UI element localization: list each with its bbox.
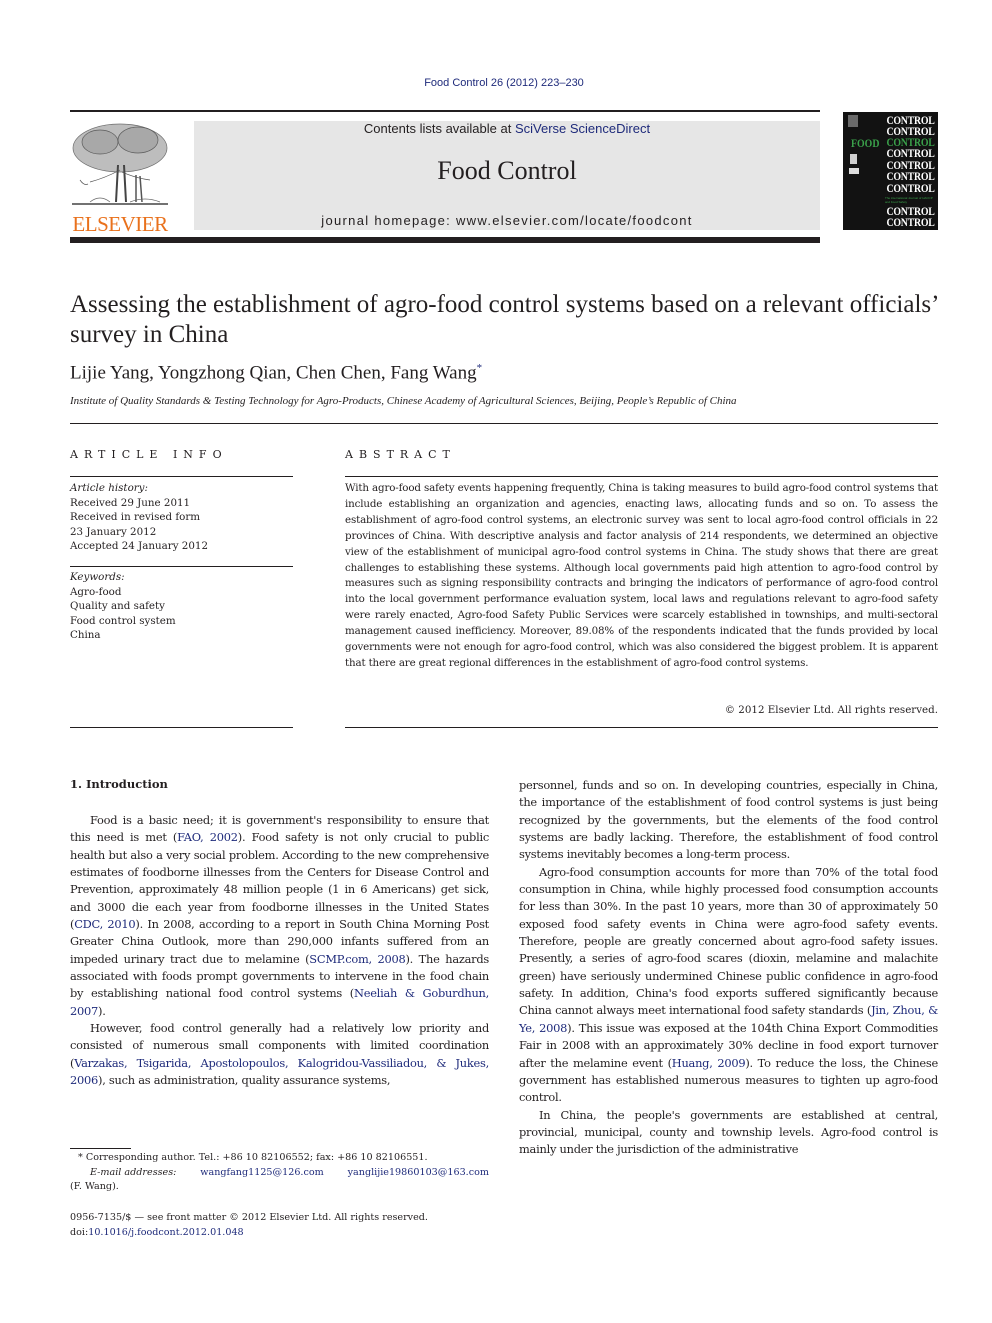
body-column-right: personnel, funds and so on. In developin… <box>519 777 938 1159</box>
divider <box>345 727 938 728</box>
history-item: Received in revised form <box>70 511 201 523</box>
keywords-label: Keywords: <box>70 571 125 583</box>
email-link[interactable]: yanglijie19860103@163.com <box>348 1166 489 1181</box>
keyword-item: Quality and safety <box>70 600 165 612</box>
cover-word: CONTROL <box>886 215 935 229</box>
cover-thumbnail <box>849 168 859 174</box>
paragraph-text: ), such as administration, quality assur… <box>98 1073 391 1088</box>
cover-food-word: FOOD <box>851 136 880 150</box>
divider <box>70 727 293 728</box>
journal-citation-link[interactable]: Food Control 26 (2012) 223–230 <box>0 77 992 89</box>
journal-homepage-link[interactable]: journal homepage: www.elsevier.com/locat… <box>194 213 820 228</box>
contents-available-line: Contents lists available at SciVerse Sci… <box>194 121 820 136</box>
divider <box>345 476 938 477</box>
paragraph-text: ). Food safety is not only crucial to pu… <box>70 830 490 932</box>
history-item: Received 29 June 2011 <box>70 496 191 509</box>
affiliation: Institute of Quality Standards & Testing… <box>70 395 737 407</box>
paragraph: However, food control generally had a re… <box>70 1020 489 1089</box>
keywords: Keywords: Agro-food Quality and safety F… <box>70 570 293 643</box>
citation-link[interactable]: FAO, 2002 <box>177 830 238 844</box>
footnote-name: (F. Wang). <box>70 1181 119 1192</box>
header-rule <box>70 110 820 112</box>
citation-link[interactable]: Huang, 2009 <box>672 1056 746 1070</box>
email-link[interactable]: wangfang1125@126.com <box>200 1166 323 1181</box>
doi-prefix: doi: <box>70 1226 89 1238</box>
article-title: Assessing the establishment of agro-food… <box>70 291 938 348</box>
paragraph: Agro-food consumption accounts for more … <box>519 864 938 1107</box>
footnote-contact: Corresponding author. Tel.: +86 10 82106… <box>85 1152 428 1163</box>
keyword-item: Agro-food <box>70 585 122 598</box>
journal-name: Food Control <box>437 156 577 185</box>
abstract-text: With agro-food safety events happening f… <box>345 482 938 669</box>
citation-link[interactable]: CDC, 2010 <box>74 917 135 931</box>
journal-header-band: Contents lists available at SciVerse Sci… <box>194 121 820 230</box>
paragraph-text: In China, the people's governments are e… <box>519 1107 938 1157</box>
corresponding-author-footnote: * Corresponding author. Tel.: +86 10 821… <box>70 1151 489 1195</box>
corresponding-author-link[interactable]: * <box>477 362 483 374</box>
author-list: Lijie Yang, Yongzhong Qian, Chen Chen, F… <box>70 362 940 384</box>
keyword-item: Food control system <box>70 614 176 627</box>
divider <box>70 476 293 477</box>
article-history: Article history: Received 29 June 2011 R… <box>70 481 293 554</box>
title-rule <box>70 423 938 424</box>
paragraph: Food is a basic need; it is government's… <box>70 812 489 1020</box>
keyword-item: China <box>70 629 101 641</box>
paragraph: In China, the people's governments are e… <box>519 1107 938 1159</box>
email-line: E-mail addresses: wangfang1125@126.com y… <box>70 1166 489 1181</box>
issn-line: 0956-7135/$ — see front matter © 2012 El… <box>70 1212 428 1223</box>
elsevier-tree-icon <box>72 123 168 205</box>
header-thick-rule <box>70 237 820 243</box>
authors-text: Lijie Yang, Yongzhong Qian, Chen Chen, F… <box>70 362 477 384</box>
cover-elsevier-icon <box>848 115 858 127</box>
cover-word: CONTROL <box>886 181 935 195</box>
history-label: Article history: <box>70 482 148 494</box>
footnote-mark: * <box>78 1152 83 1163</box>
divider <box>70 566 293 567</box>
paragraph-text: personnel, funds and so on. In developin… <box>519 778 938 862</box>
journal-cover-image: CONTROL CONTROL FOOD CONTROL CONTROL CON… <box>843 112 938 230</box>
front-matter: 0956-7135/$ — see front matter © 2012 El… <box>70 1211 489 1240</box>
history-item: 23 January 2012 <box>70 525 157 538</box>
paragraph-text: Agro-food consumption accounts for more … <box>519 864 938 1018</box>
elsevier-logo: ELSEVIER <box>70 120 170 236</box>
sciencedirect-link[interactable]: SciVerse ScienceDirect <box>515 121 650 136</box>
footnote-rule <box>70 1148 131 1149</box>
section-heading-introduction: 1. Introduction <box>70 777 168 791</box>
cover-tagline: The international Journal of HACCP and F… <box>885 196 933 204</box>
abstract-heading: ABSTRACT <box>345 448 456 461</box>
cover-thumbnail <box>850 154 857 164</box>
elsevier-wordmark: ELSEVIER <box>72 212 168 236</box>
body-column-left: Food is a basic need; it is government's… <box>70 812 489 1090</box>
contents-prefix: Contents lists available at <box>363 121 515 136</box>
paragraph-text: ). <box>98 1003 106 1018</box>
abstract-copyright: © 2012 Elsevier Ltd. All rights reserved… <box>724 704 938 716</box>
citation-link[interactable]: SCMP.com, 2008 <box>309 952 405 966</box>
doi-link[interactable]: 10.1016/j.foodcont.2012.01.048 <box>88 1227 243 1238</box>
email-label: E-mail addresses: <box>90 1166 177 1178</box>
paragraph: personnel, funds and so on. In developin… <box>519 777 938 864</box>
article-info-heading: ARTICLE INFO <box>70 448 228 461</box>
history-item: Accepted 24 January 2012 <box>70 540 209 552</box>
